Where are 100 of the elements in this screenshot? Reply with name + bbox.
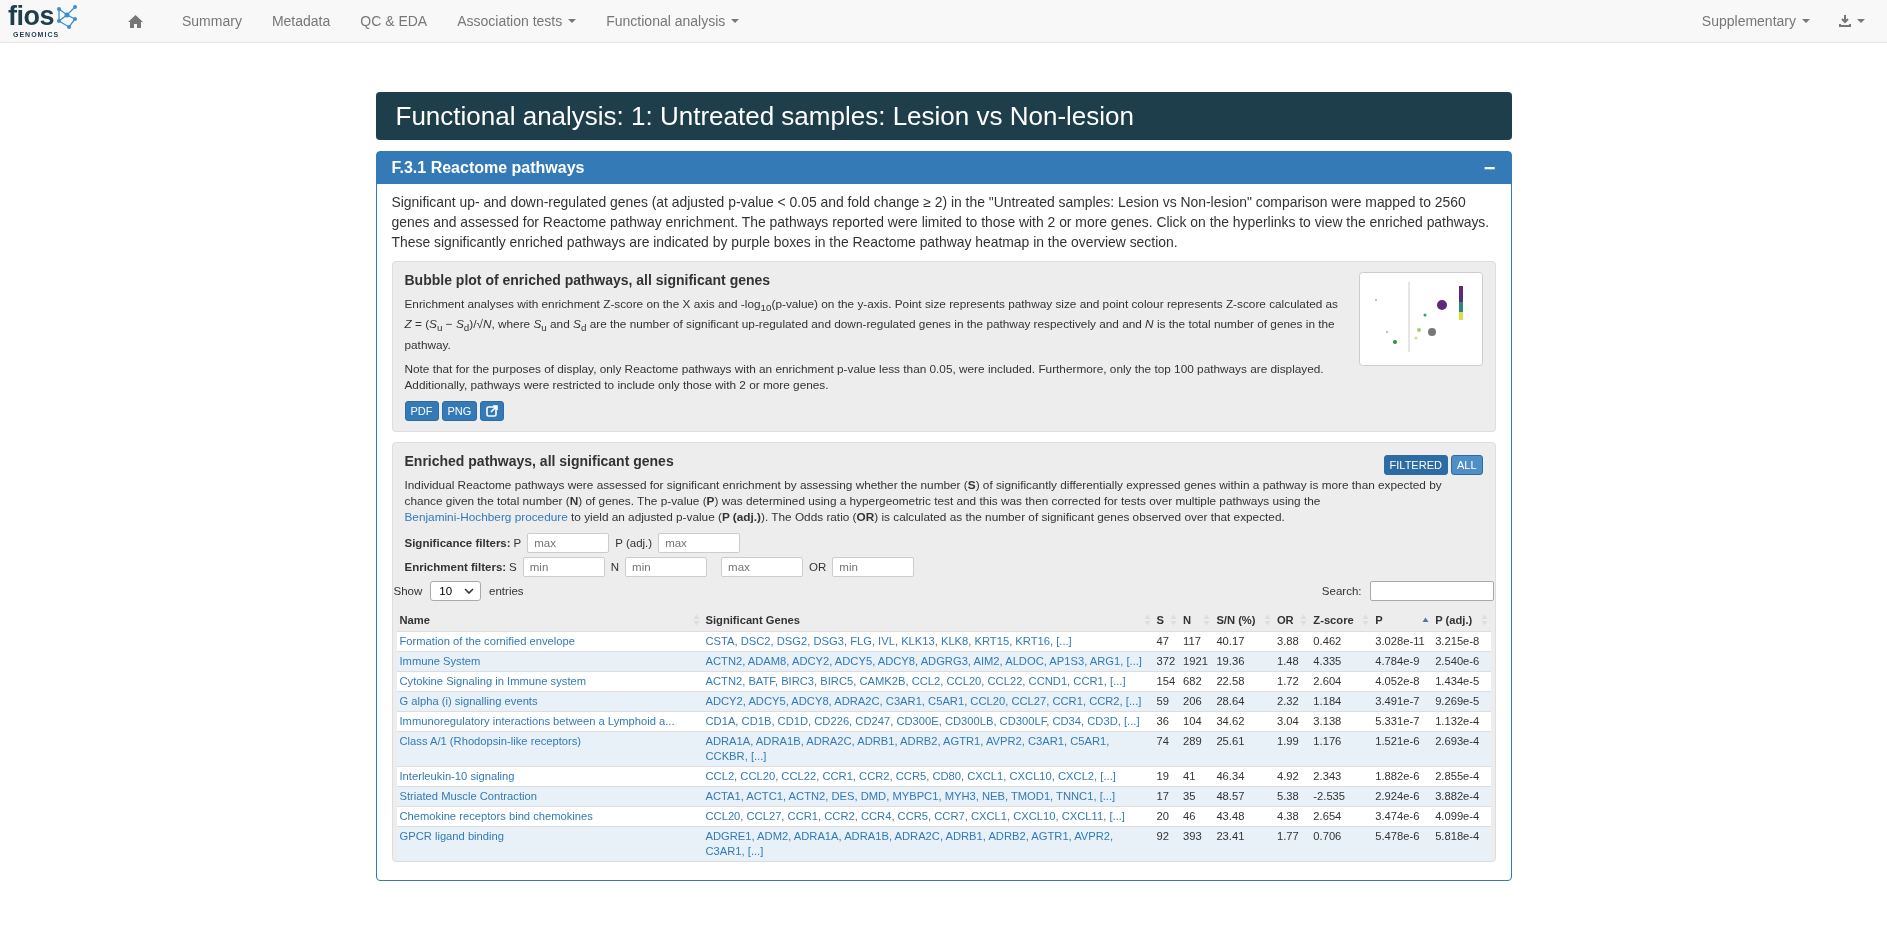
bubble-plot-thumbnail[interactable] [1358, 272, 1483, 366]
table-cell: 28.64 [1216, 694, 1245, 707]
table-cell: 3.882e-4 [1435, 789, 1480, 802]
table-cell: 3.474e-6 [1375, 809, 1420, 822]
filter-input[interactable]: max [658, 532, 741, 553]
download-icon [1839, 15, 1851, 27]
table-cell: 206 [1183, 694, 1202, 707]
download-button[interactable]: PNG [441, 400, 478, 421]
field-label: OR [809, 560, 827, 573]
search-label: Search: [1321, 584, 1362, 597]
table-cell: 372 [1156, 654, 1176, 667]
entries-select[interactable]: 10 [430, 580, 482, 601]
table-cell: 3.138 [1313, 714, 1342, 727]
column-header[interactable]: P (adj.) [1432, 608, 1491, 632]
table-cell: 5.818e-4 [1435, 829, 1480, 842]
filter-input[interactable]: max [527, 532, 610, 553]
field-label: S [509, 560, 517, 573]
table-cell: 1.882e-6 [1375, 769, 1420, 782]
table-cell: 35 [1183, 789, 1196, 802]
filter-toggle-button[interactable]: FILTERED [1383, 454, 1448, 475]
table-cell: 117 [1183, 634, 1201, 647]
table-cell: 4.335 [1313, 654, 1342, 667]
column-header[interactable]: Significant Genes [702, 608, 1154, 632]
table-cell: -2.535 [1313, 789, 1346, 802]
table-cell: 2.855e-4 [1435, 769, 1480, 782]
table-cell: 2.693e-4 [1435, 734, 1480, 747]
table-cell: 0.462 [1313, 634, 1342, 647]
download-button[interactable]: PDF [404, 400, 439, 421]
filter-input[interactable]: min [522, 556, 605, 577]
table-cell: 4.099e-4 [1435, 809, 1480, 822]
table-cell: 46 [1183, 809, 1196, 822]
column-header[interactable]: OR [1273, 608, 1311, 632]
column-header[interactable]: S/N (%) [1213, 608, 1274, 632]
table-cell: 104 [1183, 714, 1202, 727]
column-header[interactable]: N [1180, 608, 1214, 632]
table-cell: 40.17 [1216, 634, 1245, 647]
column-header[interactable]: S [1153, 608, 1181, 632]
nav-link[interactable]: Supplementary [1686, 13, 1825, 29]
pathway-link[interactable]: GPCR ligand binding [399, 829, 504, 842]
table-cell: 9.269e-5 [1435, 694, 1480, 707]
card-title: Bubble plot of enriched pathways, all significant genes [404, 272, 772, 288]
table-cell: 682 [1183, 674, 1202, 687]
table-cell: 2.540e-6 [1435, 654, 1480, 667]
field-label: N [610, 560, 620, 573]
table-cell: 1.434e-5 [1435, 674, 1480, 687]
table-cell: 1921 [1183, 654, 1208, 667]
table-cell: 2.32 [1276, 694, 1299, 707]
intro-paragraph: Significant up- and down-regulated genes (at adjusted p-value < 0.05 and fold change ≥ 2) in the "Untreated samples: Lesion vs Non-lesion" comparison were mapped to 2560 genes and assessed for Reactome pathway enrichment. The pathways reported were limited to those with 2 or more genes. Click on the hyperlinks to view the enriched pathways. These significantly enriched pathways are indicated by purple boxes in the Reactome pathway heatmap in the overview section. [391, 193, 1491, 252]
table-cell: 3.88 [1276, 634, 1299, 647]
table-cell: 1.77 [1276, 829, 1299, 842]
table-cell: 1.48 [1276, 654, 1299, 667]
method-link[interactable]: Benjamini-Hochberg procedure [404, 509, 568, 524]
table-cell: 3.028e-11 [1375, 634, 1425, 647]
table-cell: 48.57 [1216, 789, 1245, 802]
table-cell: 4.052e-8 [1375, 674, 1420, 687]
nav-link[interactable]: Metadata [256, 13, 346, 29]
table-cell: 2.654 [1313, 809, 1342, 822]
description-paragraph: Individual Reactome pathways were assessed for significant enrichment by assessing whether the number (S) of significantly differentially expressed genes within a pathway is more than expected by chance given the total number (N) of genes. The p-value (P) was determined using a hypergeometric test and this was then corrected for tests over multiple pathways using the Benjamini-Hochberg procedure to yield an adjusted p-value (P (adj.)). The Odds ratio (OR) is calculated as the number of significant genes observed over that expected. [404, 476, 1443, 525]
nav-link[interactable]: Summary [167, 13, 257, 29]
column-header[interactable]: Name [396, 608, 703, 632]
description-paragraph: Note that for the purposes of display, only Reactome pathways with an enrichment p-value less than 0.05, were included. Furthermore, only the top 100 pathways are displayed. Additionally, pathways were restricted to include only those with 2 or more genes. [404, 360, 1325, 393]
table-cell: 3.491e-7 [1375, 694, 1420, 707]
table-cell: 4.784e-9 [1375, 654, 1420, 667]
open-external-button[interactable] [480, 400, 505, 421]
description-paragraph: Enrichment analyses with enrichment Z-score on the X axis and -log$_{10}$(p-value) on the y-axis. Point size represents pathway size and point colour represents Z-score calculated as Z = (S$_{u}$ − S$_{d}$)/√N, where S$_{u}$ and S$_{d}$ are the number of significant up-regulated and down-regulated genes in the pathway respectively and and N is the total number of genes in the pathway. [404, 296, 1339, 353]
table-cell: 74 [1156, 734, 1169, 747]
table-cell: 5.331e-7 [1375, 714, 1420, 727]
filter-input[interactable]: min [625, 556, 708, 577]
filter-toggle-button[interactable]: ALL [1450, 454, 1483, 475]
chevron-down-icon [464, 587, 475, 594]
nav-link[interactable]: Association tests [442, 13, 592, 29]
table-cell: 22.58 [1216, 674, 1245, 687]
collapse-button[interactable]: − [1483, 158, 1496, 178]
table-cell: 23.41 [1216, 829, 1245, 842]
column-header[interactable]: P [1372, 608, 1433, 632]
table-cell: 47 [1156, 634, 1169, 647]
filter-input[interactable]: max [721, 556, 804, 577]
table-cell: 1.99 [1276, 734, 1299, 747]
logo-text: fios [8, 1, 54, 31]
table-cell: 1.176 [1313, 734, 1342, 747]
filter-input[interactable]: min [832, 556, 915, 577]
network-logo-icon [55, 3, 79, 31]
nav-link[interactable]: QC & EDA [345, 13, 443, 29]
home-icon[interactable] [128, 14, 143, 28]
table-cell: 3.04 [1276, 714, 1299, 727]
table-cell: 1.132e-4 [1435, 714, 1480, 727]
search-field[interactable] [1369, 580, 1494, 601]
table-cell: 17 [1156, 789, 1169, 802]
table-cell: 2.343 [1313, 769, 1342, 782]
table-cell: 289 [1183, 734, 1202, 747]
field-label: P [513, 536, 522, 549]
table-cell: 5.478e-6 [1375, 829, 1420, 842]
table-cell: 154 [1156, 674, 1176, 687]
column-header[interactable]: Z-score [1310, 608, 1373, 632]
pathway-link[interactable]: Immune System [399, 654, 481, 667]
table-cell: 41 [1183, 769, 1196, 782]
entries-label: entries [489, 584, 524, 597]
filter-label: Significance filters: [404, 536, 511, 549]
nav-link[interactable]: Functional analysis [591, 13, 755, 29]
table-cell: 92 [1156, 829, 1169, 842]
